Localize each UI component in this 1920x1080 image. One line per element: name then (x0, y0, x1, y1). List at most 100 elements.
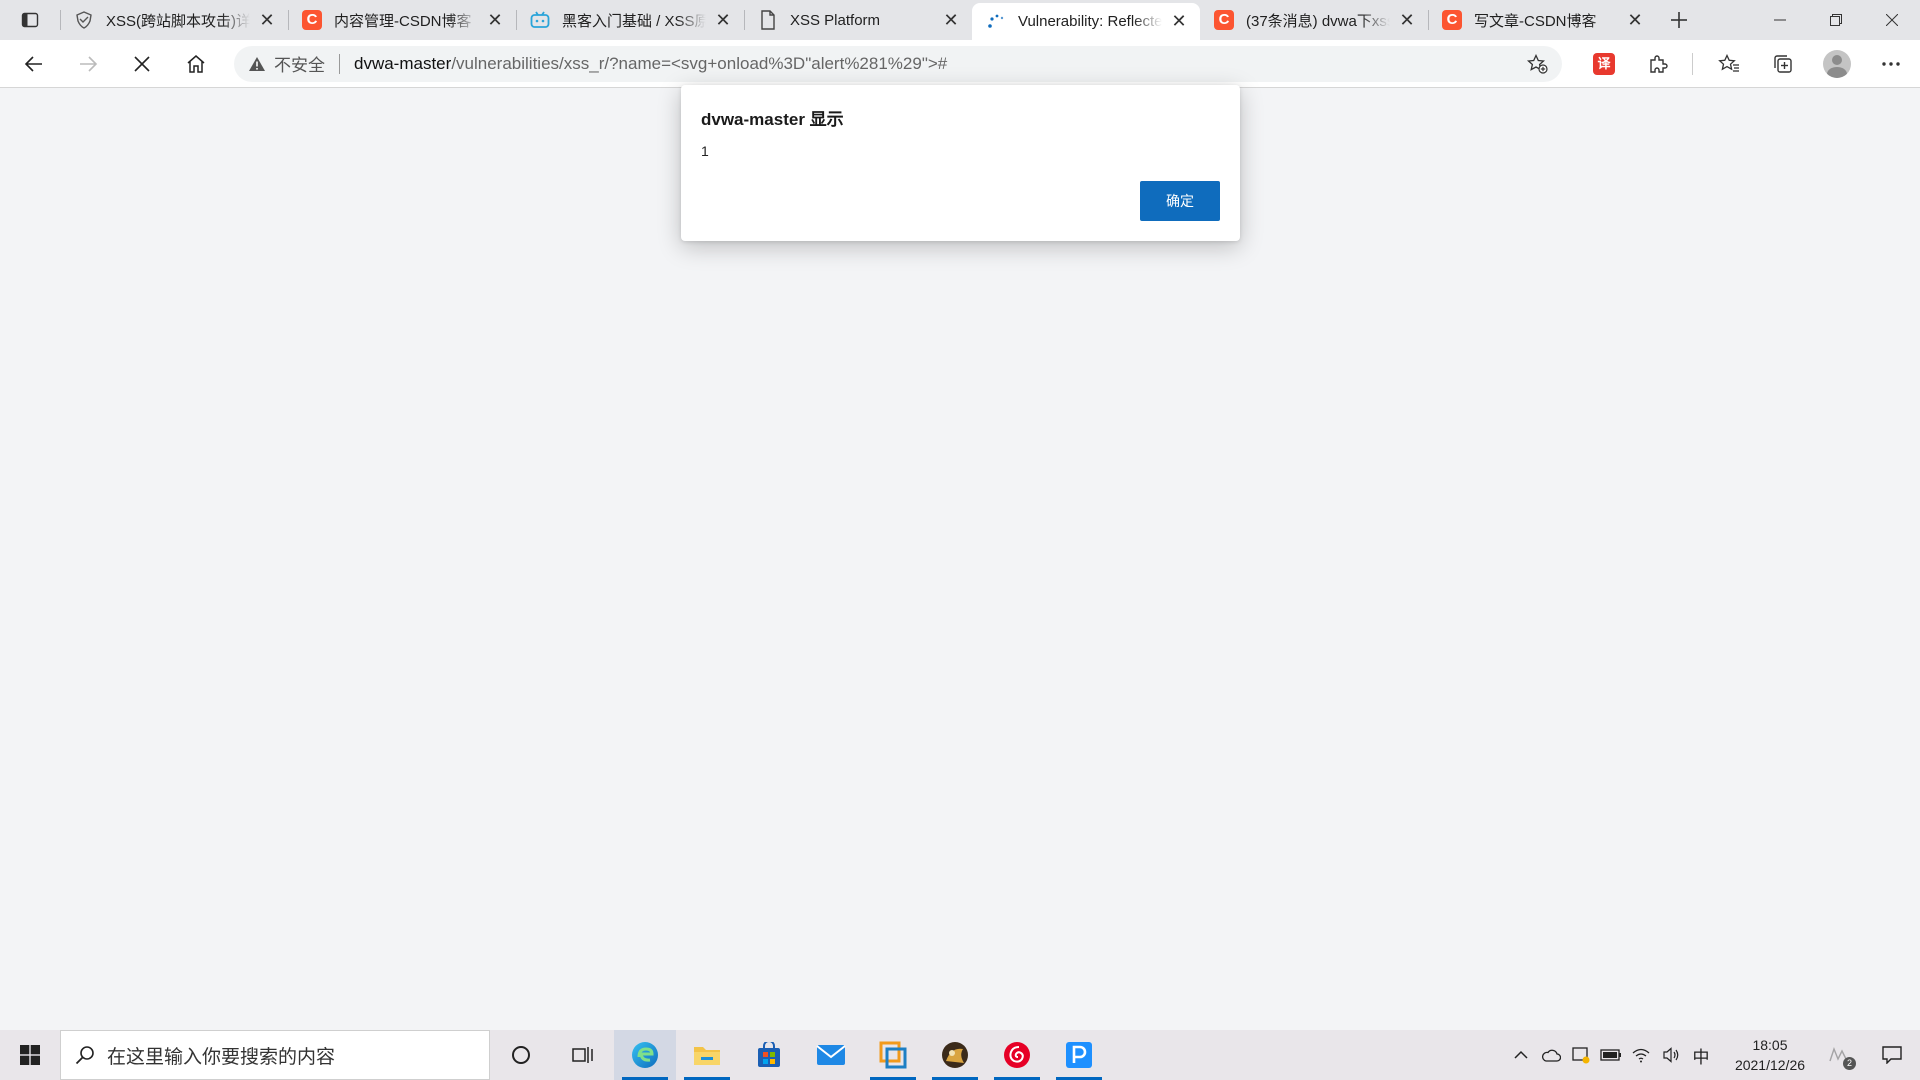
close-icon[interactable]: ✕ (1624, 9, 1646, 31)
home-button[interactable] (178, 46, 214, 82)
dialog-title: dvwa-master 显示 (701, 110, 844, 129)
stop-button[interactable] (124, 46, 160, 82)
wifi-icon (1632, 1048, 1650, 1063)
collections-button[interactable] (1765, 46, 1801, 82)
speaker-icon (1663, 1047, 1679, 1063)
csdn-icon: C (1442, 10, 1462, 30)
vmware-icon (879, 1041, 907, 1069)
close-window-icon (1886, 14, 1898, 26)
tab-strip: XSS(跨站脚本攻击)详解 ✕ C 内容管理-CSDN博客 ✕ 黑客入门基础 /… (0, 0, 1920, 40)
search-icon (75, 1045, 95, 1065)
close-icon[interactable]: ✕ (712, 9, 734, 31)
taskbar-vmware[interactable] (862, 1030, 924, 1080)
restore-button[interactable] (1808, 0, 1864, 40)
close-icon[interactable]: ✕ (256, 9, 278, 31)
tab-xss-platform[interactable]: XSS Platform ✕ (744, 0, 972, 40)
address-bar[interactable]: 不安全 dvwa-master /vulnerabilities/xss_r/?… (234, 45, 1562, 82)
onedrive-button[interactable] (1536, 1030, 1566, 1080)
tab-csdn-dvwa-xss[interactable]: C (37条消息) dvwa下xss ✕ (1200, 0, 1428, 40)
tab-actions-button[interactable] (0, 0, 60, 40)
cortana-icon (512, 1046, 530, 1064)
new-tab-button[interactable] (1656, 0, 1702, 40)
taskbar-mail[interactable] (800, 1030, 862, 1080)
close-window-button[interactable] (1864, 0, 1920, 40)
warning-icon[interactable] (248, 56, 266, 72)
translate-extension-button[interactable]: 译 (1586, 46, 1622, 82)
csdn-icon: C (1214, 10, 1234, 30)
close-icon[interactable]: ✕ (940, 9, 962, 31)
start-button[interactable] (0, 1030, 60, 1080)
taskbar-p-app[interactable] (1048, 1030, 1110, 1080)
stop-icon (134, 55, 150, 72)
tab-hacker-basics[interactable]: 黑客入门基础 / XSS原理 ✕ (516, 0, 744, 40)
shield-icon (74, 10, 94, 30)
puzzle-icon (1650, 54, 1668, 73)
cloud-icon (1542, 1049, 1561, 1062)
tab-csdn-content[interactable]: C 内容管理-CSDN博客 ✕ (288, 0, 516, 40)
battery-icon (1600, 1049, 1621, 1061)
tab-vulnerability-reflected[interactable]: Vulnerability: Reflected ✕ (972, 3, 1200, 40)
security-label[interactable]: 不安全 (274, 51, 325, 76)
tab-csdn-write[interactable]: C 写文章-CSDN博客 ✕ (1428, 0, 1656, 40)
profile-button[interactable] (1819, 46, 1855, 82)
alert-dialog: dvwa-master 显示 1 确定 (681, 85, 1240, 241)
favorites-button[interactable] (1711, 46, 1747, 82)
taskbar-file-explorer[interactable] (676, 1030, 738, 1080)
close-icon[interactable]: ✕ (1396, 9, 1418, 31)
translate-icon: 译 (1593, 52, 1615, 75)
url-host: dvwa-master (354, 53, 452, 73)
arrow-right-icon (80, 55, 98, 72)
collections-icon (1774, 54, 1792, 73)
taskbar-search-input[interactable]: 在这里输入你要搜索的内容 (60, 1030, 490, 1080)
taskbar-edge[interactable] (614, 1030, 676, 1080)
action-center-button[interactable] (1864, 1030, 1920, 1080)
app-avatar-icon (942, 1042, 968, 1068)
show-hidden-icons-button[interactable] (1506, 1030, 1536, 1080)
tab-actions-icon (21, 12, 39, 28)
back-button[interactable] (16, 46, 52, 82)
avatar (1823, 49, 1851, 78)
minimize-button[interactable] (1752, 0, 1808, 40)
ime-indicator[interactable]: 中 (1686, 1030, 1716, 1080)
taskbar-store[interactable] (738, 1030, 800, 1080)
cortana-button[interactable] (490, 1030, 552, 1080)
settings-more-button[interactable] (1873, 46, 1909, 82)
taskbar-app-avatar[interactable] (924, 1030, 986, 1080)
tab-title: 写文章-CSDN博客 (1474, 12, 1597, 30)
task-view-button[interactable] (552, 1030, 614, 1080)
search-placeholder: 在这里输入你要搜索的内容 (107, 1046, 336, 1068)
notification-icon (1882, 1046, 1902, 1064)
tab-title: Vulnerability: Reflected (1018, 13, 1162, 30)
close-icon[interactable]: ✕ (1168, 11, 1190, 33)
notification-count-badge: 2 (1843, 1057, 1856, 1070)
close-icon[interactable]: ✕ (484, 9, 506, 31)
taskbar-netease-music[interactable] (986, 1030, 1048, 1080)
volume-button[interactable] (1656, 1030, 1686, 1080)
battery-button[interactable] (1596, 1030, 1626, 1080)
tab-title: XSS(跨站脚本攻击)详解 (106, 12, 250, 30)
netease-music-icon (1004, 1042, 1030, 1068)
p-app-icon (1066, 1042, 1092, 1068)
tab-title: 内容管理-CSDN博客 (334, 12, 472, 30)
window-controls (1752, 0, 1920, 40)
loading-icon (986, 12, 1006, 32)
url-path: /vulnerabilities/xss_r/?name=<svg+onload… (451, 53, 948, 73)
favorites-icon (1718, 53, 1739, 72)
wifi-button[interactable] (1626, 1030, 1656, 1080)
minimize-icon (1774, 19, 1786, 21)
tray-app-icon (1572, 1047, 1590, 1064)
add-favorite-icon[interactable] (1526, 53, 1548, 74)
clock[interactable]: 18:05 2021/12/26 (1722, 1035, 1818, 1075)
extensions-button[interactable] (1640, 46, 1676, 82)
bilibili-icon (530, 10, 550, 30)
home-icon (187, 54, 205, 73)
tab-xss-detail[interactable]: XSS(跨站脚本攻击)详解 ✕ (60, 0, 288, 40)
page-icon (758, 10, 778, 30)
tab-title: XSS Platform (790, 11, 881, 29)
dialog-message: 1 (701, 143, 709, 159)
ok-button[interactable]: 确定 (1140, 181, 1220, 221)
ink-workspace-button[interactable]: 2 (1818, 1030, 1864, 1080)
clock-date: 2021/12/26 (1734, 1057, 1806, 1073)
tray-app-button[interactable] (1566, 1030, 1596, 1080)
forward-button[interactable] (70, 46, 106, 82)
